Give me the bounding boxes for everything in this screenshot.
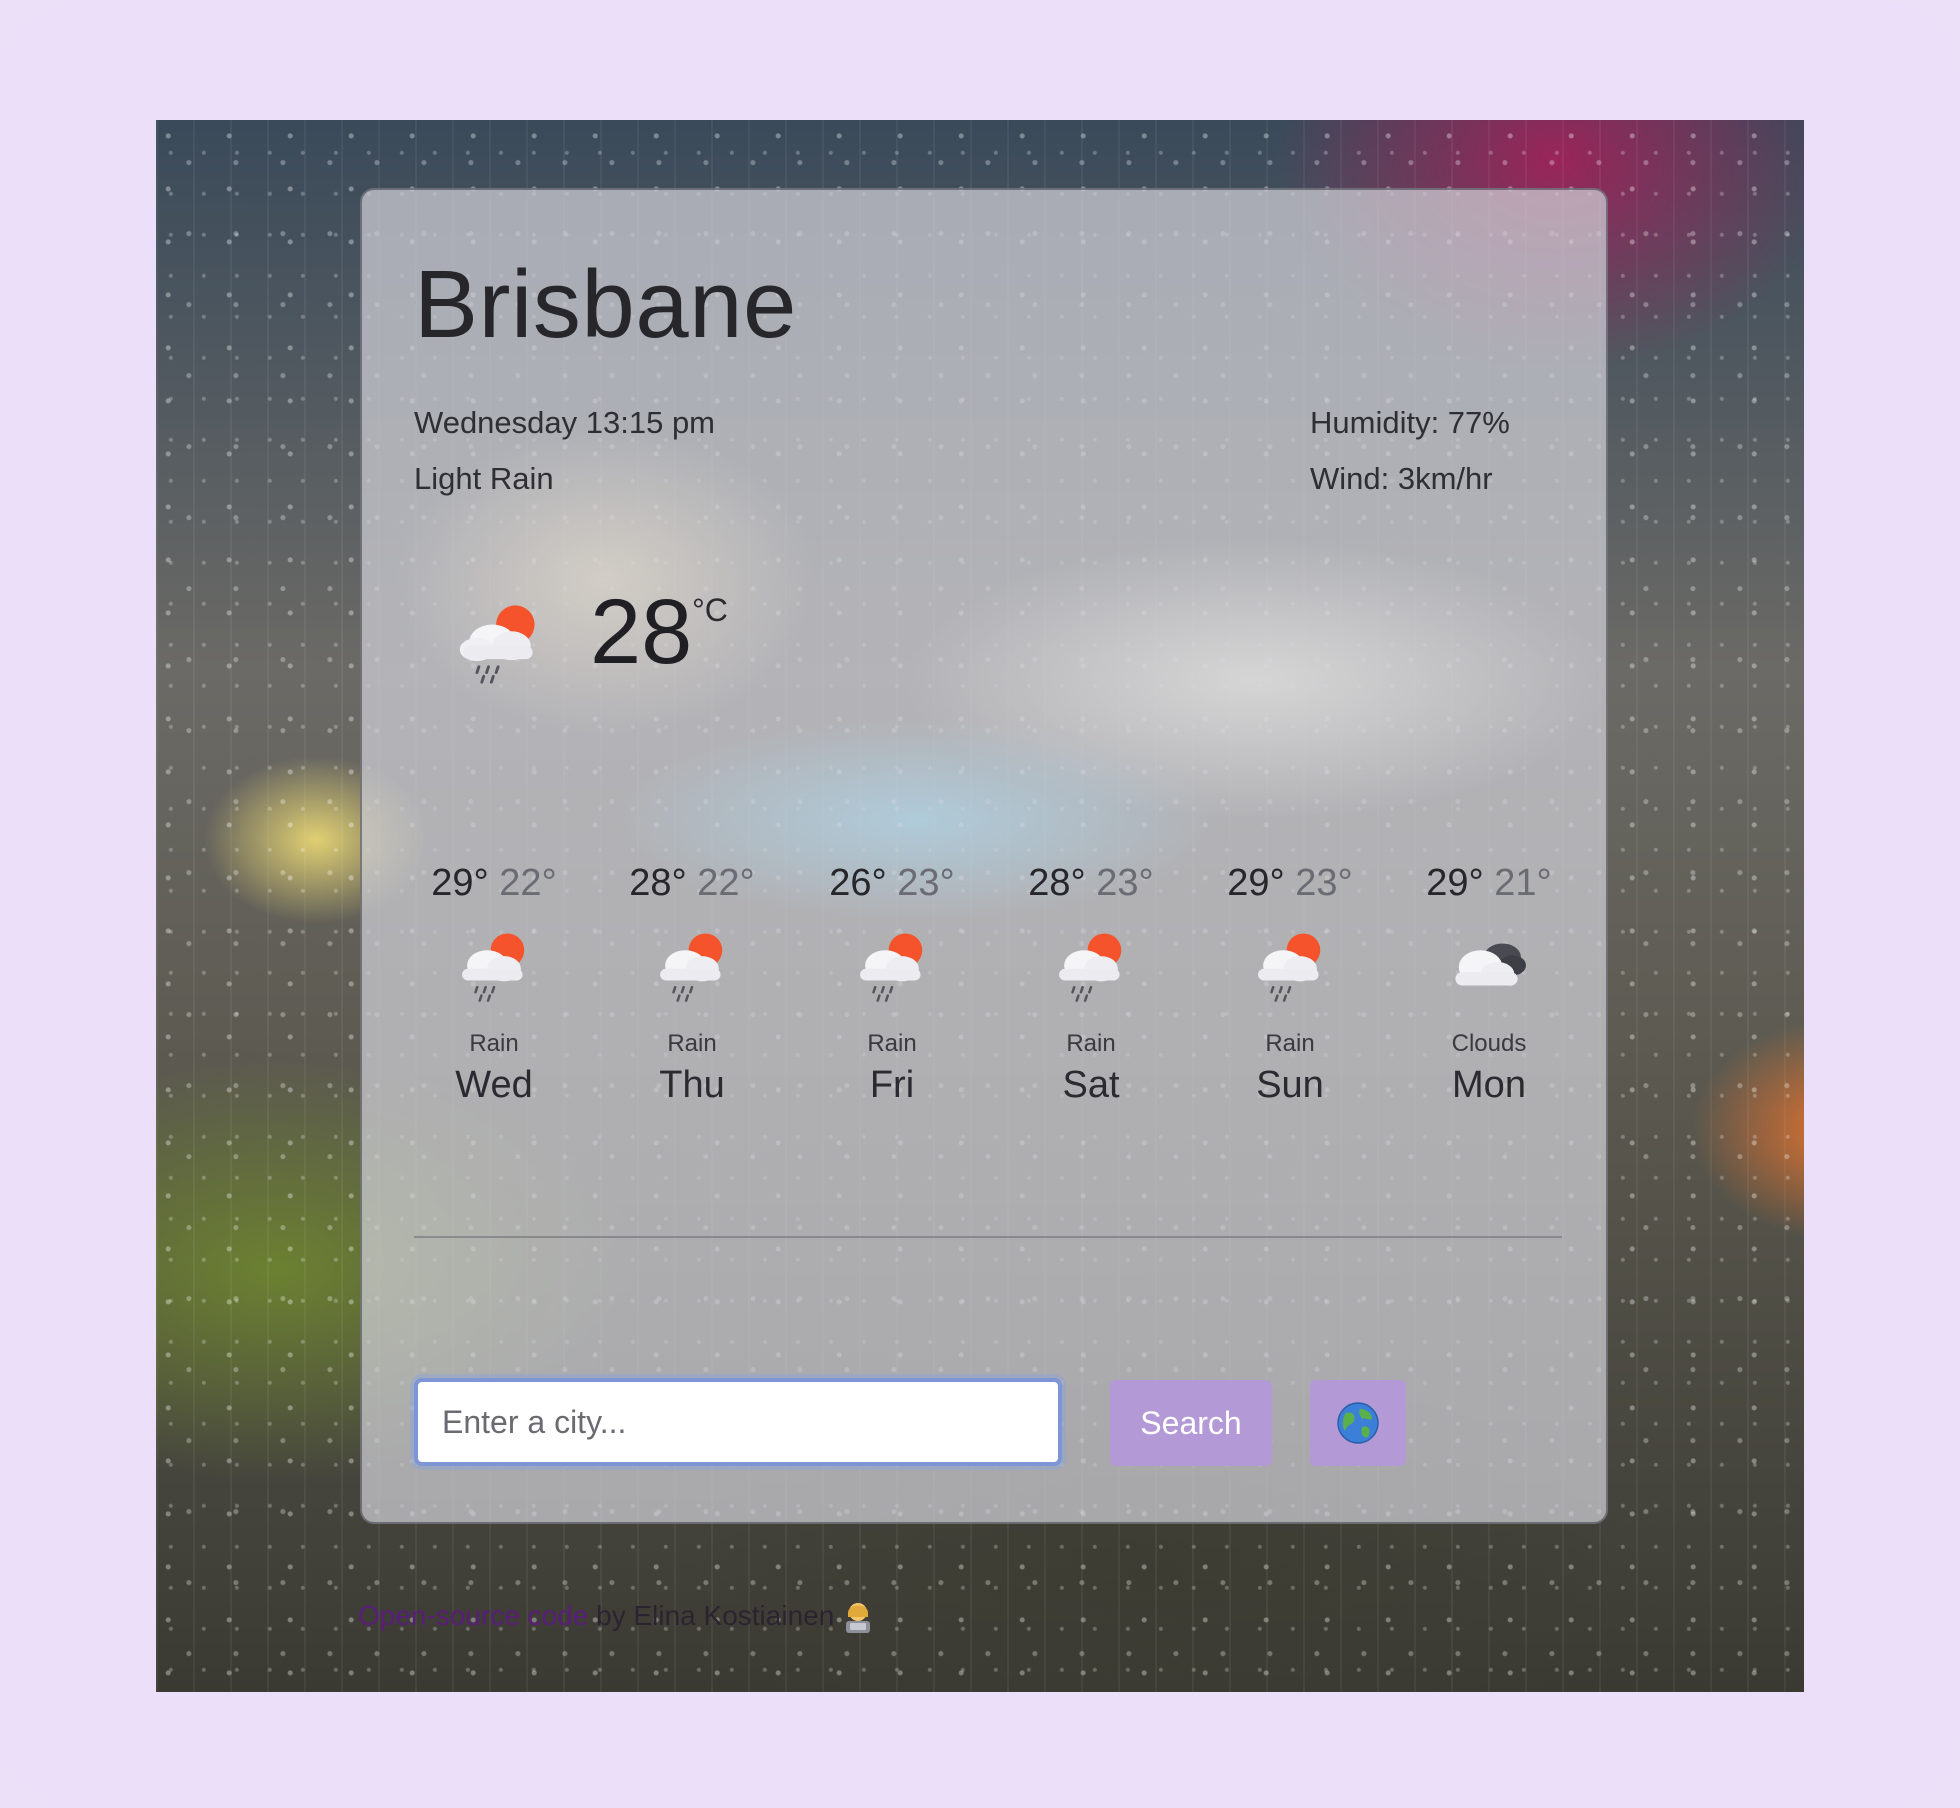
forecast-condition: Rain <box>667 1030 717 1057</box>
city-name: Brisbane <box>414 251 797 358</box>
forecast-day-name: Fri <box>869 1064 915 1106</box>
current-datetime: Wednesday 13:15 pm <box>414 405 716 440</box>
rain-cloud-sun-icon <box>860 933 923 1002</box>
forecast-max: 28° <box>629 862 687 904</box>
forecast-min: 23° <box>1295 862 1353 904</box>
footer-credit: by Elina Kostiainen <box>588 1600 835 1631</box>
forecast-day: 28° 23° Rain Sat <box>1011 858 1171 1107</box>
humidity-value: Humidity: 77% <box>1310 405 1510 440</box>
woman-technologist-icon <box>846 1602 871 1633</box>
forecast-max: 29° <box>1426 862 1484 904</box>
temperature-unit-celsius[interactable]: °C <box>692 592 728 629</box>
forecast-condition: Clouds <box>1451 1030 1527 1057</box>
clouds-icon <box>1455 943 1526 986</box>
current-location-button[interactable] <box>1310 1380 1406 1466</box>
forecast-condition: Rain <box>1265 1030 1315 1057</box>
forecast-max: 28° <box>1028 862 1086 904</box>
weather-card: Brisbane Wednesday 13:15 pm Light Rain H… <box>360 188 1608 1524</box>
current-description: Light Rain <box>414 461 554 496</box>
forecast-temps: 29° 22° <box>414 858 574 908</box>
forecast-temps: 29° 23° <box>1210 858 1370 908</box>
forecast-day-name: Wed <box>455 1064 533 1106</box>
forecast-temps: 28° 23° <box>1011 858 1171 908</box>
forecast-min: 23° <box>1096 862 1154 904</box>
forecast-max: 29° <box>431 862 489 904</box>
globe-icon <box>1337 1402 1379 1444</box>
forecast-condition: Rain <box>867 1030 917 1057</box>
search-button[interactable]: Search <box>1110 1380 1272 1466</box>
forecast-max: 26° <box>829 862 887 904</box>
forecast-temps: 28° 22° <box>612 858 772 908</box>
forecast-day-name: Mon <box>1452 1064 1526 1106</box>
forecast-condition: Rain <box>469 1030 519 1057</box>
forecast-temps: 26° 23° <box>812 858 972 908</box>
forecast-row: 29° 22° Rain Wed 28° 22° Rain Thu 26° 23… <box>414 858 1562 1138</box>
city-search-input[interactable] <box>414 1378 1062 1466</box>
forecast-day: 29° 22° Rain Wed <box>414 858 574 1107</box>
open-source-link[interactable]: Open-source code <box>358 1600 588 1631</box>
current-stats: Humidity: 77% Wind: 3km/hr <box>1310 395 1510 507</box>
forecast-max: 29° <box>1227 862 1285 904</box>
forecast-day: 26° 23° Rain Fri <box>812 858 972 1107</box>
forecast-temps: 29° 21° <box>1409 858 1569 908</box>
wind-value: Wind: 3km/hr <box>1310 461 1493 496</box>
forecast-day-name: Sat <box>1062 1064 1120 1106</box>
footer: Open-source code by Elina Kostiainen <box>358 1600 874 1635</box>
current-temperature: 28 <box>590 581 693 683</box>
forecast-day: 29° 21° Clouds Mon <box>1409 858 1569 1107</box>
rain-cloud-sun-icon <box>1258 933 1321 1002</box>
forecast-min: 21° <box>1494 862 1552 904</box>
rain-cloud-sun-icon <box>462 933 525 1002</box>
forecast-day: 28° 22° Rain Thu <box>612 858 772 1107</box>
current-meta: Wednesday 13:15 pm Light Rain <box>414 395 715 507</box>
forecast-day-name: Thu <box>659 1064 725 1106</box>
rain-cloud-sun-icon <box>459 605 535 684</box>
forecast-min: 23° <box>897 862 955 904</box>
rain-cloud-sun-icon <box>1059 933 1122 1002</box>
rain-cloud-sun-icon <box>660 933 723 1002</box>
divider <box>414 1236 1562 1238</box>
forecast-day-name: Sun <box>1256 1064 1324 1106</box>
forecast-min: 22° <box>499 862 557 904</box>
forecast-min: 22° <box>697 862 755 904</box>
forecast-day: 29° 23° Rain Sun <box>1210 858 1370 1107</box>
forecast-condition: Rain <box>1066 1030 1116 1057</box>
